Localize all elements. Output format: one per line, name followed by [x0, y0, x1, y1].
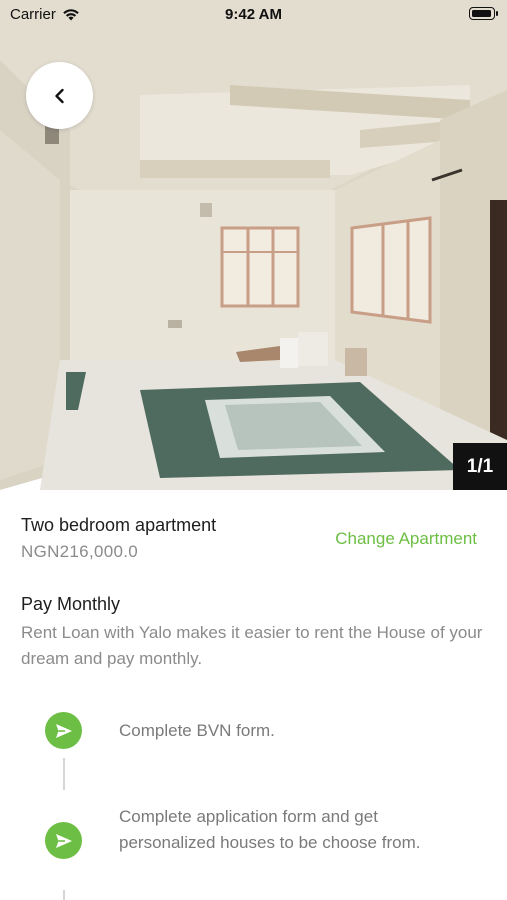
- photo-counter-badge: 1/1: [453, 443, 507, 490]
- step-connector: [62, 758, 65, 790]
- payment-plan-title: Pay Monthly: [21, 594, 121, 614]
- change-apartment-link[interactable]: Change Apartment: [335, 529, 477, 549]
- payment-plan-description: Rent Loan with Yalo makes it easier to r…: [21, 623, 483, 668]
- step-connector: [62, 890, 65, 900]
- step-1-send-icon: [45, 712, 82, 749]
- apartment-price: NGN216,000.0: [21, 542, 139, 561]
- battery-icon: [469, 7, 498, 20]
- send-icon: [55, 723, 72, 738]
- status-bar: Carrier 9:42 AM: [0, 0, 507, 30]
- step-1-text: Complete BVN form.: [119, 721, 275, 740]
- step-2-send-icon: [45, 822, 82, 859]
- apartment-title: Two bedroom apartment: [21, 515, 217, 535]
- status-time: 9:42 AM: [225, 6, 282, 23]
- step-2-text: Complete application form and get person…: [119, 807, 421, 852]
- back-button[interactable]: [26, 62, 93, 129]
- send-icon: [55, 833, 72, 848]
- chevron-left-icon: [54, 88, 64, 103]
